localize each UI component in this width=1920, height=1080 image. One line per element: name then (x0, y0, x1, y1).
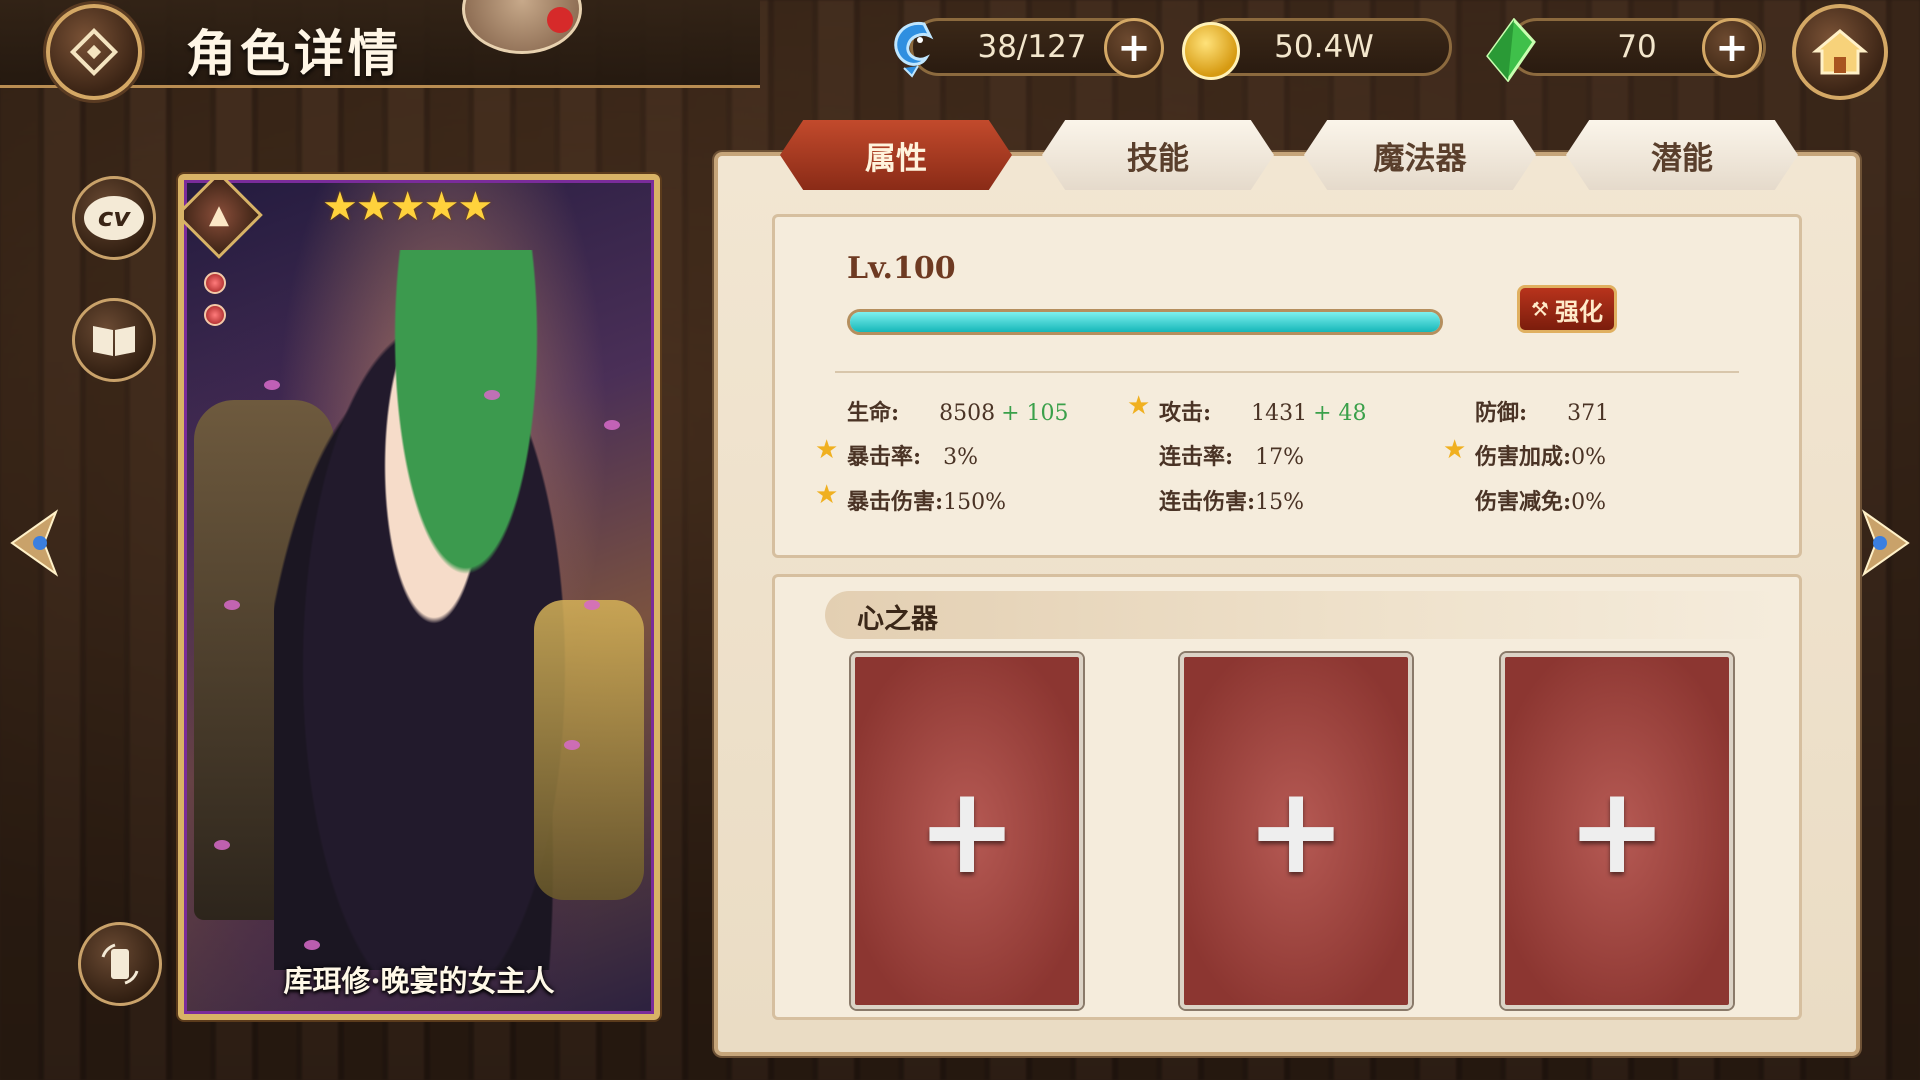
stat-crit-dmg-label: 暴击伤害: (847, 489, 944, 515)
add-slot-icon: + (1566, 761, 1668, 901)
character-name: 库珥修·晚宴的女主人 (283, 964, 555, 998)
stamina-value: 38/127 (977, 29, 1087, 65)
attributes-box: Lv.100 ⚒ 强化 生命: 8508 + 105 ★ 攻击: 1431 + 48 防… (772, 214, 1802, 558)
upgrade-label: 强化 (1554, 296, 1603, 326)
star-icon: ★ (815, 480, 839, 510)
upgrade-button[interactable]: ⚒ 强化 (1517, 285, 1617, 333)
heart-slot-2[interactable]: + (1180, 653, 1412, 1009)
cv-voice-button[interactable]: cv (72, 176, 156, 260)
gem-value: 70 (1617, 29, 1657, 65)
stat-dmg-reduce-label: 伤害减免: (1475, 489, 1572, 515)
heart-slot-3[interactable]: + (1501, 653, 1733, 1009)
stat-crit-dmg-value: 150% (943, 490, 1007, 515)
stat-combo-dmg-value: 15% (1255, 490, 1305, 515)
stat-def-value: 371 (1567, 401, 1610, 426)
stat-crit-rate: ★ 暴击率: 3% (815, 435, 979, 471)
tab-skills-label: 技能 (1127, 140, 1189, 177)
stat-combo-rate-label: 连击率: (1159, 444, 1234, 470)
tab-potential-label: 潜能 (1651, 140, 1713, 177)
tab-potential[interactable]: 潜能 (1566, 120, 1798, 190)
petal (484, 390, 500, 400)
stat-atk: ★ 攻击: 1431 + 48 (1127, 391, 1367, 427)
golden-cape (534, 600, 644, 900)
add-slot-icon: + (916, 761, 1018, 901)
back-button[interactable] (46, 4, 142, 100)
blue-fish-icon (884, 18, 942, 78)
stat-def-label: 防御: (1475, 400, 1528, 426)
prev-character-arrow[interactable] (6, 508, 62, 578)
xp-bar (847, 309, 1443, 335)
level-label: Lv.100 (847, 251, 956, 286)
petal (264, 380, 280, 390)
red-gem-icon (204, 272, 226, 294)
stat-hp-bonus: + 105 (1001, 401, 1069, 426)
page-title: 角色详情 (186, 24, 402, 83)
stat-hp-value: 8508 (939, 401, 996, 426)
petal (214, 840, 230, 850)
stat-def: 防御: 371 (1475, 395, 1609, 427)
petal (584, 600, 600, 610)
star-icon: ★ (815, 435, 839, 465)
xp-bar-fill (850, 312, 1440, 332)
add-slot-icon: + (1245, 761, 1347, 901)
tab-attributes-label: 属性 (865, 140, 927, 177)
tab-skills[interactable]: 技能 (1042, 120, 1274, 190)
red-gem-icon (204, 304, 226, 326)
star-icon: ★ (1443, 435, 1467, 465)
green-crystal-icon (1484, 17, 1542, 83)
stat-crit-rate-value: 3% (943, 445, 979, 470)
right-arrow-icon (1861, 509, 1910, 577)
stat-combo-rate-value: 17% (1255, 445, 1305, 470)
book-icon (93, 326, 135, 356)
divider (835, 371, 1739, 373)
stat-combo-rate: 连击率: 17% (1159, 439, 1304, 471)
rotate-card-icon (101, 943, 139, 985)
stat-dmg-reduce: 伤害减免:0% (1475, 484, 1606, 516)
stat-dmg-bonus-value: 0% (1571, 445, 1607, 470)
stat-atk-bonus: + 48 (1313, 401, 1367, 426)
switch-card-button[interactable] (78, 922, 162, 1006)
stat-crit-rate-label: 暴击率: (847, 444, 922, 470)
notification-dot (547, 7, 573, 33)
stat-dmg-bonus-label: 伤害加成: (1475, 444, 1572, 470)
next-character-arrow[interactable] (1858, 508, 1914, 578)
gold-coin-icon (1182, 22, 1240, 80)
tab-attributes[interactable]: 属性 (780, 120, 1012, 190)
back-diamond-icon (69, 27, 119, 77)
heart-device-box: 心之器 + + + (772, 574, 1802, 1020)
tab-magic-device-label: 魔法器 (1373, 140, 1467, 177)
heart-device-title: 心之器 (857, 604, 938, 635)
star-icon: ★ (1127, 391, 1151, 421)
stat-combo-dmg-label: 连击伤害: (1159, 489, 1256, 515)
stat-hp-label: 生命: (847, 400, 900, 426)
tab-bar: 属性 技能 魔法器 潜能 (780, 120, 1800, 192)
heart-header-bar (825, 591, 1785, 639)
gold-value: 50.4W (1274, 29, 1374, 65)
tab-magic-device[interactable]: 魔法器 (1304, 120, 1536, 190)
stat-atk-label: 攻击: (1159, 400, 1212, 426)
character-card[interactable]: ★★★★★ 库珥修·晚宴的女主人 (178, 174, 660, 1020)
stat-atk-value: 1431 (1251, 401, 1308, 426)
home-button[interactable] (1792, 4, 1888, 100)
stat-crit-dmg: ★ 暴击伤害:150% (815, 480, 1007, 516)
hammer-icon: ⚒ (1531, 297, 1549, 321)
heart-slot-1[interactable]: + (851, 653, 1083, 1009)
story-book-button[interactable] (72, 298, 156, 382)
stat-hp: 生命: 8508 + 105 (847, 395, 1069, 427)
petal (564, 740, 580, 750)
add-stamina-button[interactable]: + (1104, 18, 1164, 78)
add-gem-button[interactable]: + (1702, 18, 1762, 78)
home-icon (1812, 29, 1868, 75)
petal (224, 600, 240, 610)
stat-dmg-reduce-value: 0% (1571, 490, 1607, 515)
petal (304, 940, 320, 950)
stat-combo-dmg: 连击伤害:15% (1159, 484, 1304, 516)
left-arrow-icon (10, 509, 59, 577)
element-badge-icon (184, 180, 263, 259)
petal (604, 420, 620, 430)
stat-dmg-bonus: ★ 伤害加成:0% (1443, 435, 1607, 471)
rarity-stars: ★★★★★ (322, 184, 493, 230)
cv-icon: cv (84, 196, 144, 240)
